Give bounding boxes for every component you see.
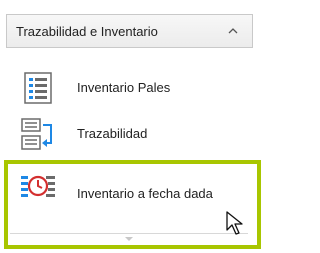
scroll-down-arrow-icon[interactable] <box>124 236 134 242</box>
nav-item-label: Inventario Pales <box>77 80 171 95</box>
chevron-up-icon[interactable] <box>228 26 238 36</box>
section-title: Trazabilidad e Inventario <box>16 24 158 39</box>
navigation-panel: Trazabilidad e Inventario Inventario Pal… <box>0 0 263 253</box>
scroll-divider <box>10 233 248 234</box>
nav-item-inventario-pales[interactable]: Inventario Pales <box>6 63 253 113</box>
section-header[interactable]: Trazabilidad e Inventario <box>6 14 253 48</box>
nav-item-label: Trazabilidad <box>77 126 148 141</box>
table-grid-icon <box>24 72 52 104</box>
mouse-pointer-icon <box>226 211 243 235</box>
trace-flow-icon <box>21 118 52 150</box>
nav-item-trazabilidad[interactable]: Trazabilidad <box>6 109 253 159</box>
